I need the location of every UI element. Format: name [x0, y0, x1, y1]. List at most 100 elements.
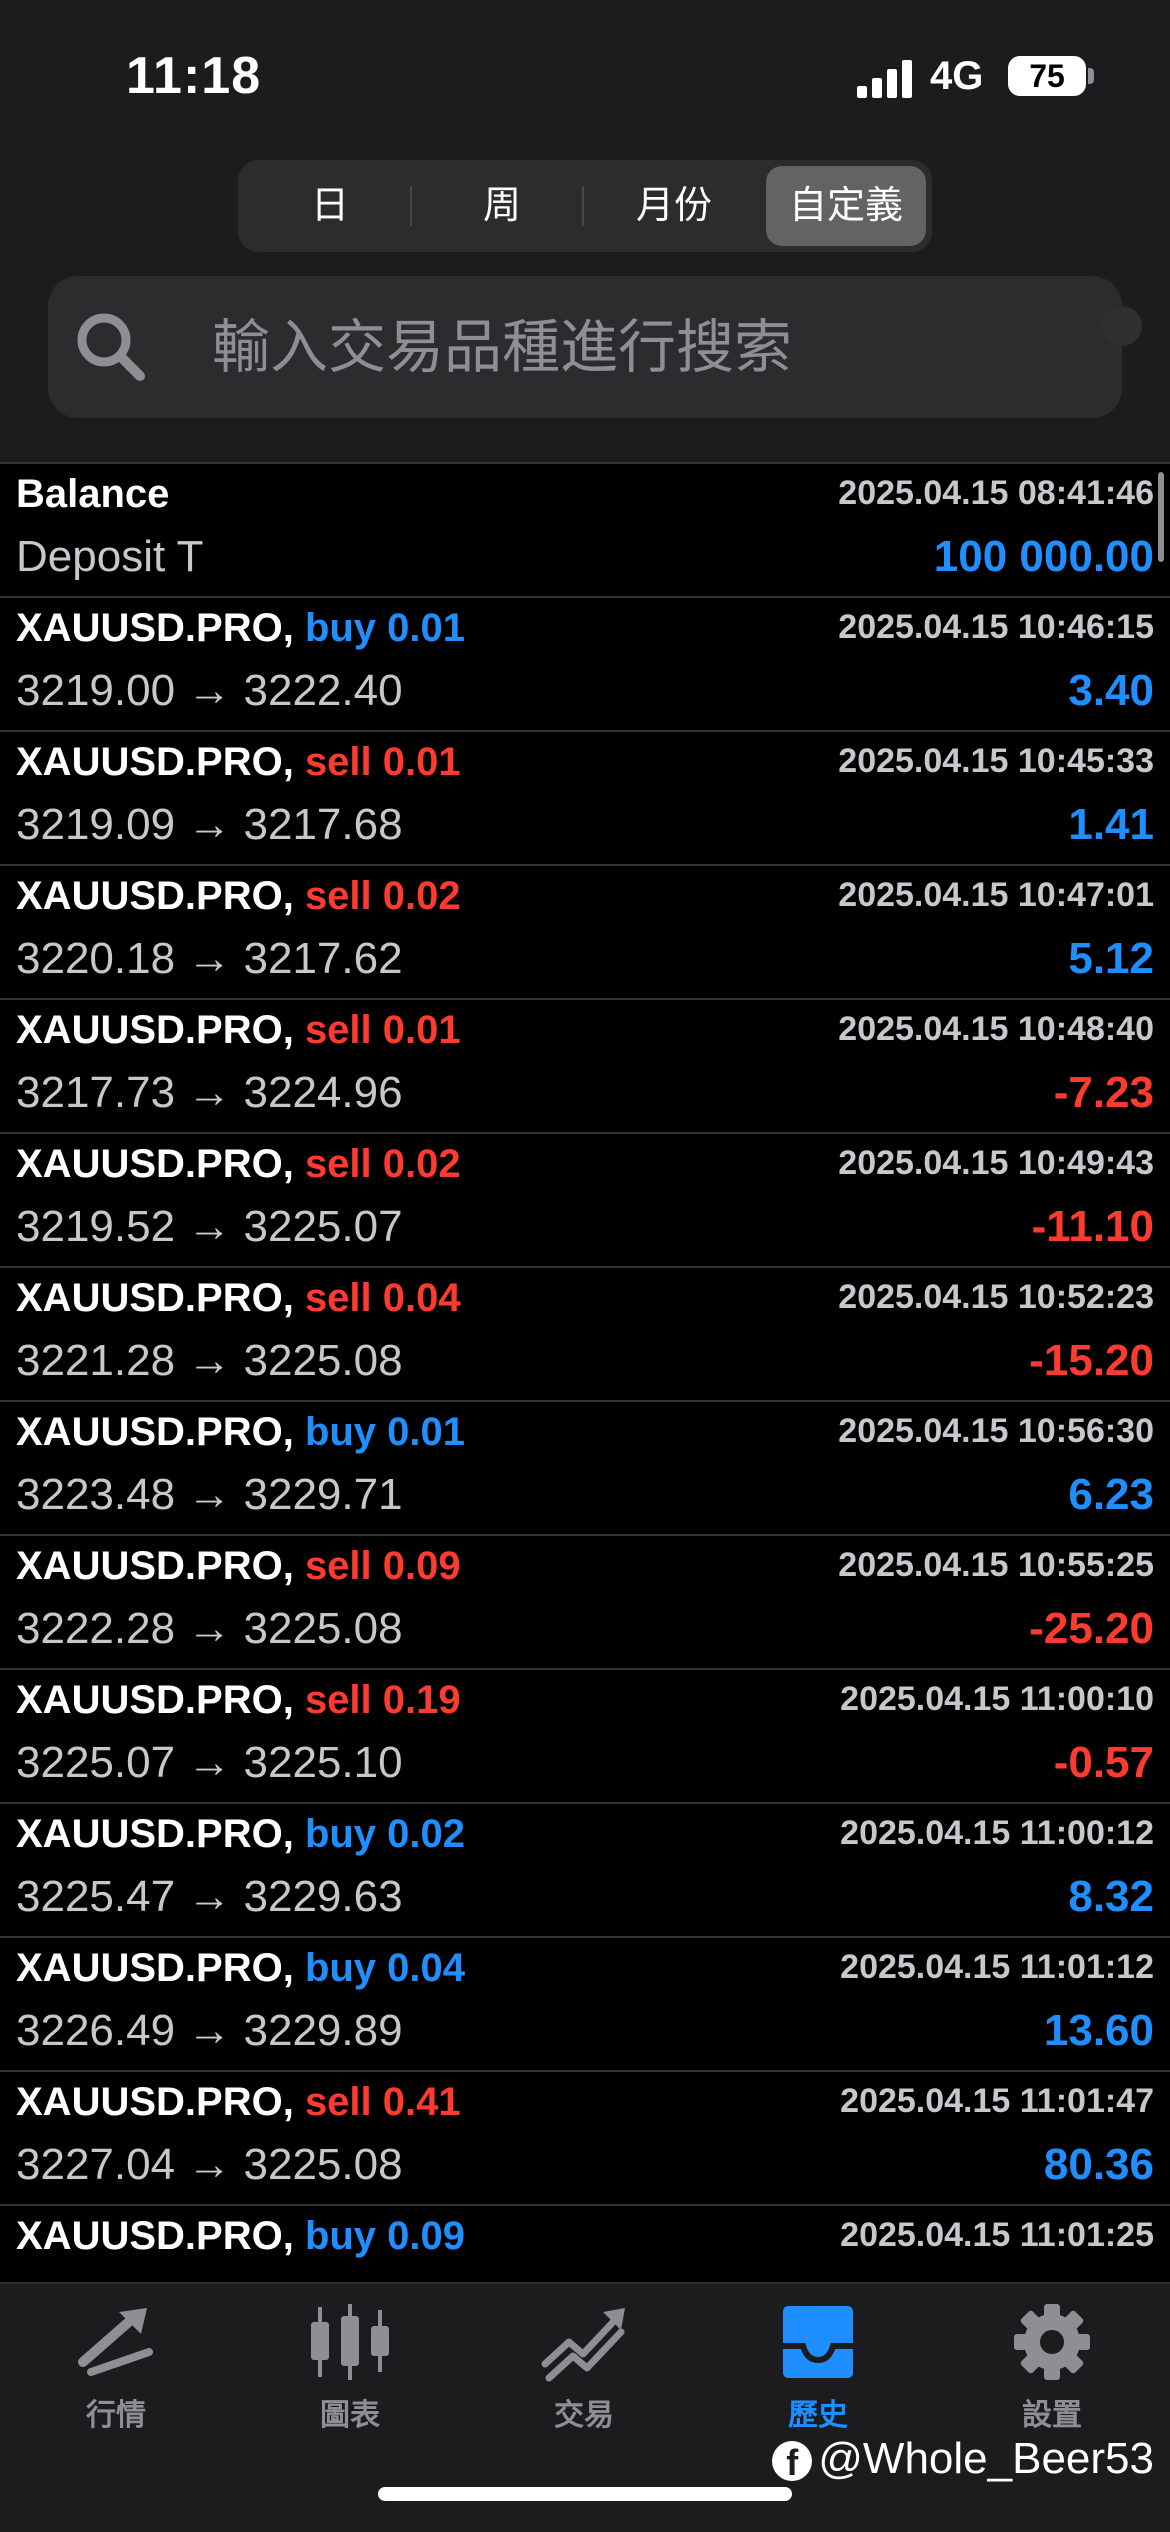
balance-row[interactable]: Balance 2025.04.15 08:41:46 Deposit T 10… [0, 462, 1170, 596]
deal-side: buy 0.09 [304, 2214, 466, 2258]
deal-prices: 3219.52 → 3225.07 [16, 1202, 403, 1251]
deal-date: 2025.04.15 11:01:12 [840, 1948, 1154, 1986]
deal-prices: 3226.49 → 3229.89 [16, 2006, 403, 2055]
deal-profit: 13.60 [1043, 2006, 1154, 2055]
deal-date: 2025.04.15 10:46:15 [838, 608, 1154, 646]
search-bar[interactable] [48, 276, 1142, 418]
deal-side: sell 0.41 [304, 2080, 461, 2124]
tab-label: 交易 [554, 2399, 614, 2432]
deal-symbol: XAUUSD.PRO, [16, 1544, 294, 1588]
deal-side: sell 0.01 [304, 740, 461, 784]
deal-title: XAUUSD.PRO, buy 0.01 [16, 606, 465, 651]
deal-profit: -7.23 [1053, 1068, 1154, 1117]
deal-profit: -11.10 [1031, 1202, 1154, 1251]
deal-date: 2025.04.15 10:47:01 [838, 876, 1154, 914]
deal-side: sell 0.19 [304, 1678, 461, 1722]
deal-title: XAUUSD.PRO, sell 0.19 [16, 1678, 461, 1723]
deal-prices: 3227.04 → 3225.08 [16, 2140, 403, 2189]
deal-prices: 3219.00 → 3222.40 [16, 666, 403, 715]
deal-side: buy 0.04 [304, 1946, 466, 1990]
deal-row[interactable]: XAUUSD.PRO, buy 0.02 2025.04.15 11:00:12 3… [0, 1802, 1170, 1936]
battery-tip [1088, 68, 1094, 84]
deal-profit: 5.12 [1068, 934, 1154, 983]
deal-symbol: XAUUSD.PRO, [16, 1946, 294, 1990]
quotes-icon [78, 2308, 153, 2376]
deal-title: XAUUSD.PRO, sell 0.02 [16, 1142, 461, 1187]
history-icon [783, 2306, 853, 2378]
deal-date: 2025.04.15 11:01:47 [840, 2082, 1154, 2120]
deal-title: XAUUSD.PRO, sell 0.09 [16, 1544, 461, 1589]
tab-chart[interactable]: 圖表 [260, 2302, 440, 2452]
deal-symbol: XAUUSD.PRO, [16, 606, 294, 650]
deal-row[interactable]: XAUUSD.PRO, sell 0.02 2025.04.15 10:49:43… [0, 1132, 1170, 1266]
deal-prices: 3222.28 → 3225.08 [16, 1604, 403, 1653]
deal-symbol: XAUUSD.PRO, [16, 874, 294, 918]
watermark-text: @Whole_Beer53 [818, 2434, 1154, 2483]
settings-icon [1014, 2304, 1090, 2380]
deal-side: sell 0.02 [304, 874, 461, 918]
deal-title: XAUUSD.PRO, sell 0.04 [16, 1276, 461, 1321]
deal-row[interactable]: XAUUSD.PRO, sell 0.09 2025.04.15 10:55:25… [0, 1534, 1170, 1668]
deal-symbol: XAUUSD.PRO, [16, 2080, 294, 2124]
deal-symbol: XAUUSD.PRO, [16, 1812, 294, 1856]
deal-symbol: XAUUSD.PRO, [16, 1142, 294, 1186]
deal-side: sell 0.09 [304, 1544, 461, 1588]
battery-icon: 75 [1008, 56, 1086, 96]
deal-date: 2025.04.15 11:01:25 [840, 2216, 1154, 2254]
segment-day[interactable]: 日 [250, 166, 410, 246]
home-indicator [378, 2487, 792, 2501]
tab-history[interactable]: 歷史 [728, 2302, 908, 2452]
clear-search-icon[interactable] [1102, 306, 1142, 346]
deal-symbol: XAUUSD.PRO, [16, 1008, 294, 1052]
deal-row[interactable]: XAUUSD.PRO, buy 0.09 2025.04.15 11:01:25 [0, 2204, 1170, 2282]
deal-row[interactable]: XAUUSD.PRO, sell 0.04 2025.04.15 10:52:23… [0, 1266, 1170, 1400]
deal-row[interactable]: XAUUSD.PRO, sell 0.19 2025.04.15 11:00:10… [0, 1668, 1170, 1802]
status-bar: 11:18 4G 75 [0, 0, 1170, 140]
period-segmented-control: 日 周 月份 自定義 [238, 160, 932, 252]
deal-row[interactable]: XAUUSD.PRO, sell 0.01 2025.04.15 10:48:40… [0, 998, 1170, 1132]
scrollbar[interactable] [1158, 472, 1164, 562]
watermark: f @Whole_Beer53 [772, 2434, 1154, 2484]
deal-profit: -25.20 [1029, 1604, 1154, 1653]
deal-side: sell 0.02 [304, 1142, 461, 1186]
deal-date: 2025.04.15 10:49:43 [838, 1144, 1154, 1182]
deal-profit: -15.20 [1029, 1336, 1154, 1385]
tab-quotes[interactable]: 行情 [26, 2302, 206, 2452]
chart-icon [311, 2304, 389, 2380]
deal-symbol: XAUUSD.PRO, [16, 1410, 294, 1454]
deal-symbol: XAUUSD.PRO, [16, 740, 294, 784]
balance-title: Balance [16, 472, 170, 516]
balance-amount: 100 000.00 [933, 532, 1154, 581]
deal-title: XAUUSD.PRO, buy 0.02 [16, 1812, 465, 1857]
deal-row[interactable]: XAUUSD.PRO, sell 0.41 2025.04.15 11:01:47… [0, 2070, 1170, 2204]
deal-date: 2025.04.15 11:00:12 [840, 1814, 1154, 1852]
history-list[interactable]: Balance 2025.04.15 08:41:46 Deposit T 10… [0, 462, 1170, 2282]
search-icon [77, 313, 145, 381]
deal-title: XAUUSD.PRO, buy 0.01 [16, 1410, 465, 1455]
segment-week[interactable]: 周 [422, 166, 582, 246]
deal-row[interactable]: XAUUSD.PRO, buy 0.01 2025.04.15 10:46:15 3… [0, 596, 1170, 730]
deal-row[interactable]: XAUUSD.PRO, sell 0.01 2025.04.15 10:45:33… [0, 730, 1170, 864]
deal-row[interactable]: XAUUSD.PRO, buy 0.01 2025.04.15 10:56:30 3… [0, 1400, 1170, 1534]
deal-row[interactable]: XAUUSD.PRO, sell 0.02 2025.04.15 10:47:01… [0, 864, 1170, 998]
deal-side: buy 0.01 [304, 1410, 466, 1454]
deal-profit: 1.41 [1068, 800, 1154, 849]
deal-profit: 8.32 [1068, 1872, 1154, 1921]
deal-date: 2025.04.15 11:00:10 [840, 1680, 1154, 1718]
segment-month[interactable]: 月份 [594, 166, 754, 246]
battery-level: 75 [1029, 58, 1065, 94]
tab-label: 設置 [1022, 2399, 1082, 2432]
deal-profit: 3.40 [1068, 666, 1154, 715]
tab-settings[interactable]: 設置 [962, 2302, 1142, 2452]
segment-custom[interactable]: 自定義 [766, 166, 926, 246]
tab-label: 歷史 [788, 2399, 848, 2432]
deal-date: 2025.04.15 10:45:33 [838, 742, 1154, 780]
search-input[interactable] [164, 276, 1112, 418]
deal-row[interactable]: XAUUSD.PRO, buy 0.04 2025.04.15 11:01:12 3… [0, 1936, 1170, 2070]
deal-title: XAUUSD.PRO, buy 0.09 [16, 2214, 465, 2259]
deal-prices: 3217.73 → 3224.96 [16, 1068, 403, 1117]
deal-date: 2025.04.15 10:52:23 [838, 1278, 1154, 1316]
deal-title: XAUUSD.PRO, sell 0.02 [16, 874, 461, 919]
tab-trade[interactable]: 交易 [494, 2302, 674, 2452]
deal-side: sell 0.04 [304, 1276, 461, 1320]
